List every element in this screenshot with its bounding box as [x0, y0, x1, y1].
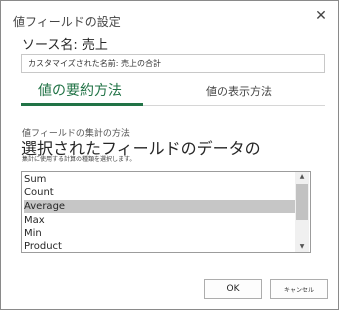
list-item-count[interactable]: Count [24, 186, 298, 199]
dialog-title: 値フィールドの設定 [13, 15, 121, 29]
list-item-min[interactable]: Min [24, 227, 298, 240]
list-item-product[interactable]: Product [24, 240, 298, 252]
value-field-settings-dialog: 値フィールドの設定 ✕ ソース名: 売上 カスタマイズされた名前: 売上の合計 … [0, 0, 339, 310]
custom-name-field[interactable]: カスタマイズされた名前: 売上の合計 [21, 54, 325, 73]
list-item-sum[interactable]: Sum [24, 173, 298, 186]
scroll-up-icon[interactable]: ▲ [295, 172, 309, 182]
ok-button[interactable]: OK [204, 279, 262, 299]
scroll-thumb[interactable] [296, 184, 308, 220]
close-icon[interactable]: ✕ [312, 7, 330, 25]
list-scrollbar[interactable]: ▲ ▼ [295, 172, 309, 252]
list-item-max[interactable]: Max [24, 214, 298, 227]
active-tab-indicator [21, 103, 143, 106]
cancel-button[interactable]: キャンセル [270, 279, 328, 299]
tab-show-values-as[interactable]: 値の表示方法 [206, 83, 272, 99]
tab-summarize-values-by[interactable]: 値の要約方法 [38, 80, 122, 100]
summary-section-description: 集計に使用する計算の種類を選択します。 [22, 156, 136, 163]
summary-function-list[interactable]: Sum Count Average Max Min Product [21, 171, 311, 253]
list-item-average[interactable]: Average [24, 200, 298, 213]
scroll-down-icon[interactable]: ▼ [295, 242, 309, 252]
source-name: ソース名: 売上 [22, 38, 108, 53]
